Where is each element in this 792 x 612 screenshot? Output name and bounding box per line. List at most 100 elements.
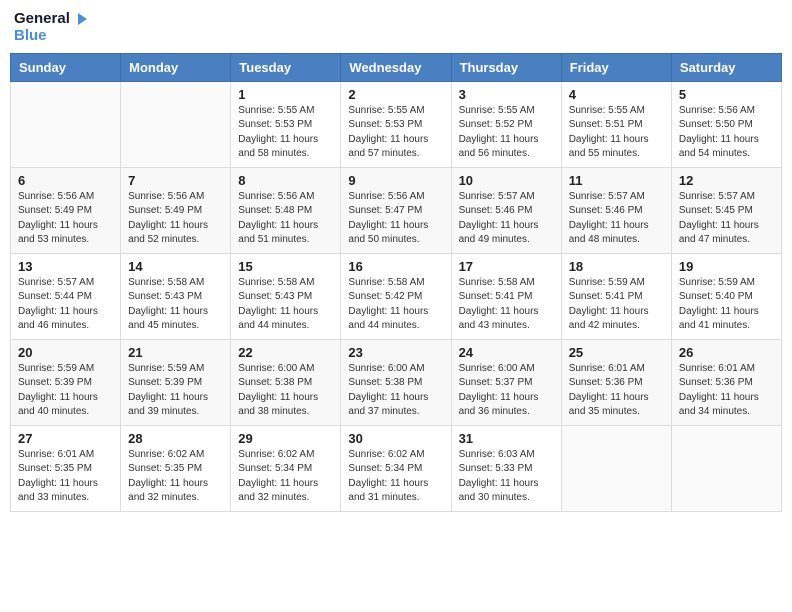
day-info: Sunrise: 6:02 AMSunset: 5:34 PMDaylight:… xyxy=(238,448,333,506)
day-number: 3 xyxy=(459,87,554,102)
weekday-header-cell: Monday xyxy=(121,53,231,81)
calendar-cell: 5 Sunrise: 5:56 AMSunset: 5:50 PMDaylight… xyxy=(671,81,781,167)
day-number: 15 xyxy=(238,259,333,274)
day-info: Sunrise: 6:00 AMSunset: 5:38 PMDaylight:… xyxy=(238,362,333,420)
logo: General Blue xyxy=(14,10,90,45)
calendar-cell xyxy=(121,81,231,167)
day-number: 6 xyxy=(18,173,113,188)
day-info: Sunrise: 6:01 AMSunset: 5:36 PMDaylight:… xyxy=(679,362,774,420)
day-number: 5 xyxy=(679,87,774,102)
calendar-cell: 28Sunrise: 6:02 AMSunset: 5:35 PMDayligh… xyxy=(121,425,231,511)
weekday-header-cell: Tuesday xyxy=(231,53,341,81)
day-info: Sunrise: 6:02 AMSunset: 5:34 PMDaylight:… xyxy=(348,448,443,506)
calendar-cell: 2 Sunrise: 5:55 AMSunset: 5:53 PMDaylight… xyxy=(341,81,451,167)
day-number: 27 xyxy=(18,431,113,446)
day-info: Sunrise: 5:55 AMSunset: 5:51 PMDaylight:… xyxy=(569,104,664,162)
calendar-cell: 3Sunrise: 5:55 AMSunset: 5:52 PMDaylight… xyxy=(451,81,561,167)
day-info: Sunrise: 5:57 AMSunset: 5:45 PMDaylight:… xyxy=(679,190,774,248)
calendar-cell: 26 Sunrise: 6:01 AMSunset: 5:36 PMDayligh… xyxy=(671,339,781,425)
day-info: Sunrise: 5:56 AMSunset: 5:49 PMDaylight:… xyxy=(18,190,113,248)
calendar-cell: 7 Sunrise: 5:56 AMSunset: 5:49 PMDaylight… xyxy=(121,167,231,253)
day-number: 9 xyxy=(348,173,443,188)
calendar-cell: 13 Sunrise: 5:57 AMSunset: 5:44 PMDayligh… xyxy=(11,253,121,339)
calendar-cell: 25Sunrise: 6:01 AMSunset: 5:36 PMDayligh… xyxy=(561,339,671,425)
day-info: Sunrise: 5:59 AMSunset: 5:41 PMDaylight:… xyxy=(569,276,664,334)
calendar-cell: 14 Sunrise: 5:58 AMSunset: 5:43 PMDayligh… xyxy=(121,253,231,339)
day-number: 8 xyxy=(238,173,333,188)
calendar-cell xyxy=(11,81,121,167)
day-number: 21 xyxy=(128,345,223,360)
day-number: 13 xyxy=(18,259,113,274)
day-info: Sunrise: 5:58 AMSunset: 5:43 PMDaylight:… xyxy=(128,276,223,334)
day-info: Sunrise: 5:59 AMSunset: 5:39 PMDaylight:… xyxy=(18,362,113,420)
day-number: 30 xyxy=(348,431,443,446)
calendar-cell: 9 Sunrise: 5:56 AMSunset: 5:47 PMDaylight… xyxy=(341,167,451,253)
calendar-cell: 24Sunrise: 6:00 AMSunset: 5:37 PMDayligh… xyxy=(451,339,561,425)
logo-text-blue: Blue xyxy=(14,28,47,45)
calendar-week-row: 20 Sunrise: 5:59 AMSunset: 5:39 PMDayligh… xyxy=(11,339,782,425)
day-info: Sunrise: 5:59 AMSunset: 5:40 PMDaylight:… xyxy=(679,276,774,334)
calendar-cell: 8 Sunrise: 5:56 AMSunset: 5:48 PMDaylight… xyxy=(231,167,341,253)
calendar-table: SundayMondayTuesdayWednesdayThursdayFrid… xyxy=(10,53,782,512)
day-info: Sunrise: 5:56 AMSunset: 5:49 PMDaylight:… xyxy=(128,190,223,248)
weekday-header-row: SundayMondayTuesdayWednesdayThursdayFrid… xyxy=(11,53,782,81)
day-number: 16 xyxy=(348,259,443,274)
logo-box: General Blue xyxy=(14,10,90,45)
day-info: Sunrise: 5:57 AMSunset: 5:44 PMDaylight:… xyxy=(18,276,113,334)
day-number: 14 xyxy=(128,259,223,274)
day-info: Sunrise: 6:02 AMSunset: 5:35 PMDaylight:… xyxy=(128,448,223,506)
day-info: Sunrise: 5:55 AMSunset: 5:53 PMDaylight:… xyxy=(238,104,333,162)
day-info: Sunrise: 5:58 AMSunset: 5:43 PMDaylight:… xyxy=(238,276,333,334)
day-info: Sunrise: 5:56 AMSunset: 5:50 PMDaylight:… xyxy=(679,104,774,162)
calendar-cell: 1 Sunrise: 5:55 AMSunset: 5:53 PMDaylight… xyxy=(231,81,341,167)
day-info: Sunrise: 6:01 AMSunset: 5:35 PMDaylight:… xyxy=(18,448,113,506)
calendar-cell: 17 Sunrise: 5:58 AMSunset: 5:41 PMDayligh… xyxy=(451,253,561,339)
calendar-cell: 10 Sunrise: 5:57 AMSunset: 5:46 PMDayligh… xyxy=(451,167,561,253)
calendar-cell: 27 Sunrise: 6:01 AMSunset: 5:35 PMDayligh… xyxy=(11,425,121,511)
day-number: 31 xyxy=(459,431,554,446)
day-number: 26 xyxy=(679,345,774,360)
day-info: Sunrise: 6:00 AMSunset: 5:38 PMDaylight:… xyxy=(348,362,443,420)
day-info: Sunrise: 5:58 AMSunset: 5:41 PMDaylight:… xyxy=(459,276,554,334)
day-number: 25 xyxy=(569,345,664,360)
day-number: 2 xyxy=(348,87,443,102)
day-number: 1 xyxy=(238,87,333,102)
calendar-cell: 30 Sunrise: 6:02 AMSunset: 5:34 PMDayligh… xyxy=(341,425,451,511)
day-number: 29 xyxy=(238,431,333,446)
page-header: General Blue xyxy=(10,10,782,45)
calendar-cell: 6 Sunrise: 5:56 AMSunset: 5:49 PMDaylight… xyxy=(11,167,121,253)
calendar-week-row: 27 Sunrise: 6:01 AMSunset: 5:35 PMDayligh… xyxy=(11,425,782,511)
calendar-cell: 23Sunrise: 6:00 AMSunset: 5:38 PMDayligh… xyxy=(341,339,451,425)
calendar-cell: 18 Sunrise: 5:59 AMSunset: 5:41 PMDayligh… xyxy=(561,253,671,339)
day-number: 7 xyxy=(128,173,223,188)
day-info: Sunrise: 5:57 AMSunset: 5:46 PMDaylight:… xyxy=(569,190,664,248)
calendar-cell: 15 Sunrise: 5:58 AMSunset: 5:43 PMDayligh… xyxy=(231,253,341,339)
weekday-header-cell: Saturday xyxy=(671,53,781,81)
day-info: Sunrise: 5:57 AMSunset: 5:46 PMDaylight:… xyxy=(459,190,554,248)
day-number: 12 xyxy=(679,173,774,188)
day-number: 10 xyxy=(459,173,554,188)
day-info: Sunrise: 5:59 AMSunset: 5:39 PMDaylight:… xyxy=(128,362,223,420)
calendar-cell: 11Sunrise: 5:57 AMSunset: 5:46 PMDayligh… xyxy=(561,167,671,253)
calendar-cell: 4 Sunrise: 5:55 AMSunset: 5:51 PMDaylight… xyxy=(561,81,671,167)
calendar-cell: 19Sunrise: 5:59 AMSunset: 5:40 PMDayligh… xyxy=(671,253,781,339)
day-info: Sunrise: 5:55 AMSunset: 5:53 PMDaylight:… xyxy=(348,104,443,162)
day-number: 22 xyxy=(238,345,333,360)
calendar-cell: 12 Sunrise: 5:57 AMSunset: 5:45 PMDayligh… xyxy=(671,167,781,253)
logo-arrow-icon xyxy=(72,10,90,28)
day-number: 20 xyxy=(18,345,113,360)
day-info: Sunrise: 5:56 AMSunset: 5:47 PMDaylight:… xyxy=(348,190,443,248)
day-number: 17 xyxy=(459,259,554,274)
calendar-cell xyxy=(561,425,671,511)
calendar-cell xyxy=(671,425,781,511)
calendar-cell: 29 Sunrise: 6:02 AMSunset: 5:34 PMDayligh… xyxy=(231,425,341,511)
calendar-week-row: 13 Sunrise: 5:57 AMSunset: 5:44 PMDayligh… xyxy=(11,253,782,339)
weekday-header-cell: Wednesday xyxy=(341,53,451,81)
day-info: Sunrise: 5:56 AMSunset: 5:48 PMDaylight:… xyxy=(238,190,333,248)
day-info: Sunrise: 6:03 AMSunset: 5:33 PMDaylight:… xyxy=(459,448,554,506)
calendar-cell: 21 Sunrise: 5:59 AMSunset: 5:39 PMDayligh… xyxy=(121,339,231,425)
day-number: 4 xyxy=(569,87,664,102)
logo-text-general: General xyxy=(14,11,70,28)
calendar-cell: 22 Sunrise: 6:00 AMSunset: 5:38 PMDayligh… xyxy=(231,339,341,425)
day-number: 18 xyxy=(569,259,664,274)
